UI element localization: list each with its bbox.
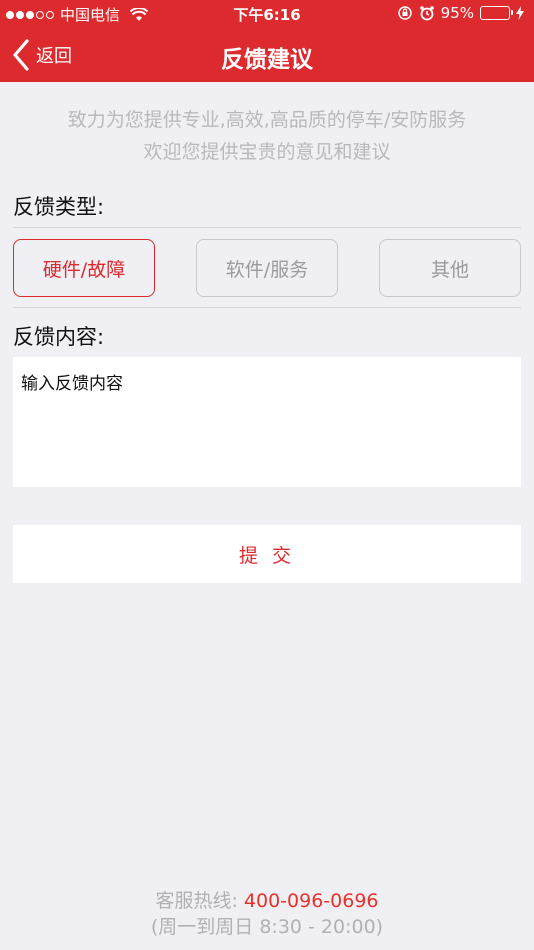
status-right: 95% [397,4,524,22]
type-option-hardware[interactable]: 硬件/故障 [13,239,155,297]
feedback-type-label: 反馈类型: [13,195,105,219]
submit-button[interactable]: 提 交 [13,525,521,583]
battery-percent: 95% [440,4,474,22]
type-option-other[interactable]: 其他 [379,239,521,297]
divider [13,227,521,228]
service-hours: (周一到周日 8:30 - 20:00) [150,916,384,938]
feedback-content-label: 反馈内容: [13,325,105,349]
feedback-content-input[interactable] [13,357,521,487]
lock-rotation-icon [397,6,412,20]
intro-text: 致力为您提供专业,高效,高品质的停车/安防服务 欢迎您提供宝贵的意见和建议 [0,104,534,168]
intro-line-2: 欢迎您提供宝贵的意见和建议 [143,141,391,163]
top-bar: 中国电信 下午6:16 95% 返回 反馈建议 [0,0,534,82]
page-title: 反馈建议 [221,47,313,73]
charging-icon [516,6,524,20]
footer: 客服热线: 400-096-0696 (周一到周日 8:30 - 20:00) [0,888,534,940]
type-option-software[interactable]: 软件/服务 [196,239,338,297]
intro-line-1: 致力为您提供专业,高效,高品质的停车/安防服务 [67,109,467,131]
alarm-icon [419,6,434,21]
hotline-number[interactable]: 400-096-0696 [244,890,379,912]
divider [13,307,521,308]
hotline-row: 客服热线: 400-096-0696 [0,888,534,914]
battery-icon [480,6,513,20]
nav-bar: 返回 反馈建议 [0,28,534,82]
status-bar: 中国电信 下午6:16 95% [0,0,534,28]
hotline-label: 客服热线: [155,890,244,912]
